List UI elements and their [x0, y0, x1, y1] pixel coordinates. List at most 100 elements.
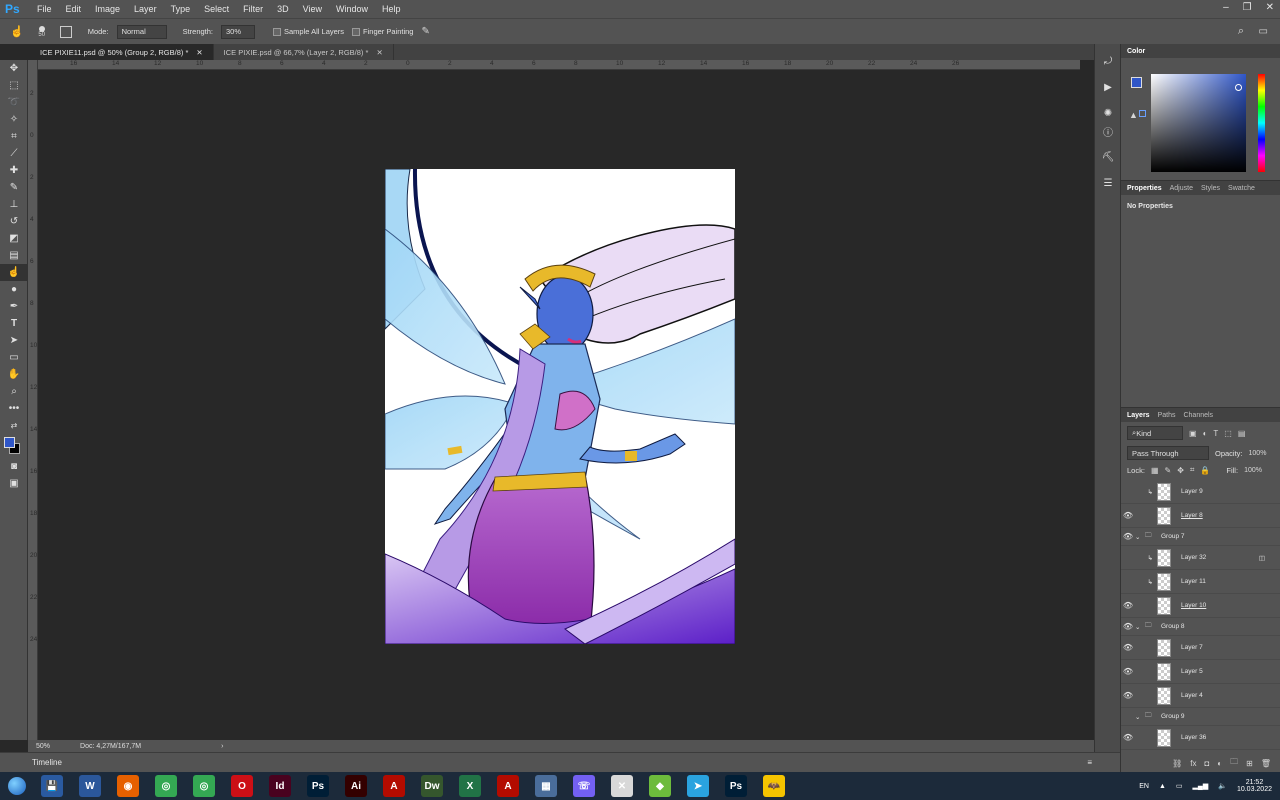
trash-icon[interactable]: 🗑: [1261, 759, 1271, 768]
fill-value[interactable]: 100%: [1244, 467, 1262, 474]
layer-row-group-8[interactable]: 👁 ⌄ 🗀 Group 8: [1121, 618, 1280, 636]
filter-shape-icon[interactable]: ⬚: [1224, 429, 1232, 438]
chevron-down-icon[interactable]: ⌄: [1135, 623, 1145, 631]
layer-row-layer-11[interactable]: ↳ Layer 11: [1121, 570, 1280, 594]
eye-icon[interactable]: 👁: [1121, 511, 1135, 520]
lock-artboard-icon[interactable]: ⌗: [1190, 465, 1195, 475]
lasso-tool-icon[interactable]: ➰: [0, 94, 28, 111]
lock-all-icon[interactable]: 🔒: [1200, 466, 1210, 475]
menu-window[interactable]: Window: [329, 4, 375, 14]
mask-icon[interactable]: ◘: [1204, 759, 1209, 768]
volume-icon[interactable]: 🔈: [1218, 782, 1227, 790]
layer-row-layer-10[interactable]: 👁 Layer 10: [1121, 594, 1280, 618]
minimize-icon[interactable]: –: [1223, 2, 1229, 13]
lock-position-icon[interactable]: ✥: [1177, 466, 1184, 475]
move-tool-icon[interactable]: ✥: [0, 60, 28, 77]
strength-input[interactable]: 30%: [221, 24, 255, 39]
eye-icon[interactable]: 👁: [1121, 643, 1135, 652]
history-brush-tool-icon[interactable]: ↺: [0, 213, 28, 230]
screen-mode-icon[interactable]: ▣: [0, 475, 28, 492]
path-selection-tool-icon[interactable]: ➤: [0, 332, 28, 349]
taskbar-app-opera[interactable]: O: [224, 773, 260, 799]
filter-type-icon[interactable]: T: [1213, 429, 1218, 438]
menu-view[interactable]: View: [296, 4, 329, 14]
taskbar-app-batman[interactable]: 🦇: [756, 773, 792, 799]
tab-properties[interactable]: Properties: [1127, 185, 1162, 192]
menu-file[interactable]: File: [30, 4, 59, 14]
chevron-down-icon[interactable]: ⌄: [1135, 533, 1145, 541]
layer-row-layer-7[interactable]: 👁 Layer 7: [1121, 636, 1280, 660]
canvas-area[interactable]: [38, 70, 1080, 740]
menu-type[interactable]: Type: [164, 4, 198, 14]
new-group-icon[interactable]: 🗀: [1230, 756, 1238, 770]
menu-icon[interactable]: ≡: [1087, 758, 1092, 767]
taskbar-app-save[interactable]: 💾: [34, 773, 70, 799]
menu-edit[interactable]: Edit: [59, 4, 89, 14]
tab-adjustments[interactable]: Adjuste: [1170, 185, 1193, 192]
clock[interactable]: 21:52 10.03.2022: [1237, 779, 1272, 793]
swap-colors-icon[interactable]: ⇄: [0, 417, 28, 434]
smudge-tool-icon[interactable]: ☝: [10, 25, 24, 38]
adjustment-layer-icon[interactable]: ◐: [1217, 759, 1222, 768]
crop-tool-icon[interactable]: ⌗: [0, 128, 28, 145]
magic-wand-tool-icon[interactable]: ✧: [0, 111, 28, 128]
timeline-panel[interactable]: Timeline ≡: [0, 752, 1120, 772]
close-icon[interactable]: ✕: [376, 48, 382, 57]
rectangle-tool-icon[interactable]: ▭: [0, 349, 28, 366]
brush-settings-icon[interactable]: ✺: [1095, 104, 1121, 122]
layer-row-layer-8[interactable]: 👁 Layer 8: [1121, 504, 1280, 528]
gradient-tool-icon[interactable]: ▤: [0, 247, 28, 264]
taskbar-app-acrobat[interactable]: A: [376, 773, 412, 799]
chevron-right-icon[interactable]: ›: [221, 743, 223, 750]
eraser-tool-icon[interactable]: ◩: [0, 230, 28, 247]
taskbar-app-calculator[interactable]: ▦: [528, 773, 564, 799]
menu-3d[interactable]: 3D: [270, 4, 296, 14]
layer-kind-select[interactable]: ⌕ Kind: [1127, 426, 1183, 440]
zoom-level[interactable]: 50%: [36, 743, 50, 750]
taskbar-app-indesign[interactable]: Id: [262, 773, 298, 799]
eye-icon[interactable]: 👁: [1121, 532, 1135, 541]
network-icon[interactable]: ▂▄▆: [1193, 782, 1209, 790]
dodge-tool-icon[interactable]: ●: [0, 281, 28, 298]
actions-play-icon[interactable]: ▶: [1095, 78, 1121, 96]
menu-help[interactable]: Help: [375, 4, 408, 14]
workspace-icon[interactable]: ▭: [1259, 26, 1268, 37]
language-indicator[interactable]: EN: [1139, 783, 1149, 790]
eye-icon[interactable]: 👁: [1121, 667, 1135, 676]
menu-select[interactable]: Select: [197, 4, 236, 14]
layer-row-group-7[interactable]: 👁 ⌄ 🗀 Group 7: [1121, 528, 1280, 546]
adjustments-icon[interactable]: ☰: [1095, 174, 1121, 192]
zoom-tool-icon[interactable]: ⌕: [0, 383, 28, 400]
taskbar-app-chrome[interactable]: ◎: [148, 773, 184, 799]
brush-tool-icon[interactable]: ✎: [0, 179, 28, 196]
marquee-tool-icon[interactable]: ⬚: [0, 77, 28, 94]
filter-smart-icon[interactable]: ▤: [1238, 429, 1246, 438]
quick-mask-icon[interactable]: ◙: [0, 458, 28, 475]
taskbar-app-telegram[interactable]: ➤: [680, 773, 716, 799]
blend-mode-select[interactable]: Pass Through: [1127, 446, 1209, 460]
taskbar-app-dreamweaver[interactable]: Dw: [414, 773, 450, 799]
eye-icon[interactable]: 👁: [1121, 691, 1135, 700]
foreground-swatch[interactable]: [1131, 77, 1142, 88]
tab-color[interactable]: Color: [1127, 48, 1145, 55]
taskbar-app-photoshop2[interactable]: Ps: [718, 773, 754, 799]
finger-painting-checkbox[interactable]: Finger Painting: [352, 27, 413, 36]
tab-layers[interactable]: Layers: [1127, 412, 1150, 419]
lock-pixels-icon[interactable]: ✎: [1165, 466, 1172, 475]
new-layer-icon[interactable]: ⊞: [1246, 759, 1253, 768]
taskbar-app-firefox[interactable]: ◉: [110, 773, 146, 799]
fx-icon[interactable]: fx: [1190, 759, 1196, 768]
restore-icon[interactable]: ❐: [1243, 2, 1252, 13]
eye-icon[interactable]: 👁: [1121, 733, 1135, 742]
eyedropper-tool-icon[interactable]: ⟋: [0, 145, 28, 162]
lock-transparent-icon[interactable]: ▦: [1151, 466, 1159, 475]
taskbar-app-acrobat2[interactable]: A: [490, 773, 526, 799]
color-swatches[interactable]: [0, 434, 28, 458]
sample-all-layers-checkbox[interactable]: Sample All Layers: [273, 27, 344, 36]
smudge-tool-icon[interactable]: ☝: [0, 264, 28, 281]
layer-row-layer-36[interactable]: 👁 Layer 36: [1121, 726, 1280, 750]
history-icon[interactable]: ⤾: [1095, 52, 1121, 70]
clone-stamp-tool-icon[interactable]: ⊥: [0, 196, 28, 213]
eye-icon[interactable]: 👁: [1121, 601, 1135, 610]
type-tool-icon[interactable]: T: [0, 315, 28, 332]
